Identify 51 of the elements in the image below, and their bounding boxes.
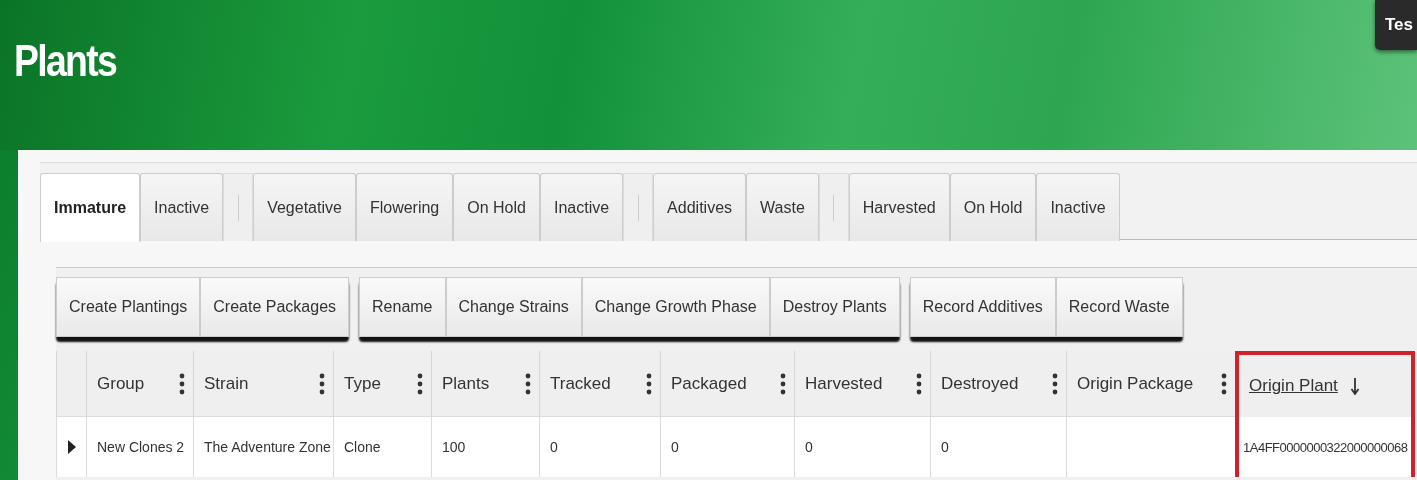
tab[interactable]: On Hold bbox=[453, 173, 540, 241]
column-header[interactable]: Origin Package bbox=[1066, 351, 1235, 417]
table-cell: 0 bbox=[660, 417, 794, 477]
user-button[interactable]: Tes bbox=[1374, 0, 1417, 50]
tab[interactable]: Inactive bbox=[1036, 173, 1120, 241]
column-header[interactable]: Tracked bbox=[539, 351, 660, 417]
toolbar-button[interactable]: Record Additives bbox=[909, 277, 1056, 337]
tab[interactable]: Harvested bbox=[848, 173, 950, 241]
toolbar-button[interactable]: Change Growth Phase bbox=[581, 277, 770, 337]
page-title: Plants bbox=[14, 36, 117, 86]
tab[interactable]: Immature bbox=[40, 173, 141, 242]
column-menu-icon[interactable] bbox=[646, 372, 652, 395]
tab[interactable]: Vegetative bbox=[253, 173, 356, 241]
table-cell: 0 bbox=[794, 417, 930, 477]
column-header[interactable]: Strain bbox=[193, 351, 333, 417]
column-menu-icon[interactable] bbox=[780, 372, 786, 395]
column-header[interactable]: Group bbox=[86, 351, 193, 417]
toolbar-button[interactable]: Destroy Plants bbox=[769, 277, 900, 337]
table-cell: Clone bbox=[333, 417, 431, 477]
tab[interactable]: On Hold bbox=[949, 173, 1037, 241]
column-menu-icon[interactable] bbox=[319, 372, 325, 395]
table-cell: 0 bbox=[539, 417, 660, 477]
column-menu-icon[interactable] bbox=[179, 372, 185, 395]
toolbar-button[interactable]: Create Plantings bbox=[56, 277, 201, 337]
table-cell: The Adventure Zone bbox=[193, 417, 333, 477]
toolbar-button[interactable]: Create Packages bbox=[200, 277, 350, 337]
toolbar-button[interactable]: Rename bbox=[359, 277, 446, 337]
expand-caret-icon[interactable] bbox=[67, 440, 76, 454]
table-cell: 0 bbox=[930, 417, 1066, 477]
column-menu-icon[interactable] bbox=[916, 372, 922, 395]
column-menu-icon[interactable] bbox=[1052, 372, 1058, 395]
table-cell: 100 bbox=[431, 417, 539, 477]
column-header[interactable]: Origin Plant bbox=[1235, 351, 1415, 417]
column-menu-icon[interactable] bbox=[1221, 372, 1227, 395]
column-header[interactable]: Packaged bbox=[660, 351, 794, 417]
column-menu-icon[interactable] bbox=[525, 372, 531, 395]
column-header[interactable]: Type bbox=[333, 351, 431, 417]
toolbar-button[interactable]: Record Waste bbox=[1055, 277, 1183, 337]
tab[interactable]: Waste bbox=[746, 173, 819, 241]
tab[interactable]: Inactive bbox=[539, 173, 624, 241]
sort-descending-icon bbox=[1349, 377, 1360, 395]
column-header[interactable]: Destroyed bbox=[930, 351, 1066, 417]
column-menu-icon[interactable] bbox=[417, 372, 423, 395]
tab[interactable]: Flowering bbox=[355, 173, 454, 241]
table-cell: New Clones 2 bbox=[86, 417, 193, 477]
toolbar-button[interactable]: Change Strains bbox=[445, 277, 582, 337]
table-cell: 1A4FF0000000322000000068 bbox=[1235, 417, 1415, 477]
tab[interactable]: Additives bbox=[653, 173, 747, 241]
column-header[interactable]: Harvested bbox=[794, 351, 930, 417]
column-header[interactable]: Plants bbox=[431, 351, 539, 417]
tab[interactable]: Inactive bbox=[140, 173, 224, 241]
